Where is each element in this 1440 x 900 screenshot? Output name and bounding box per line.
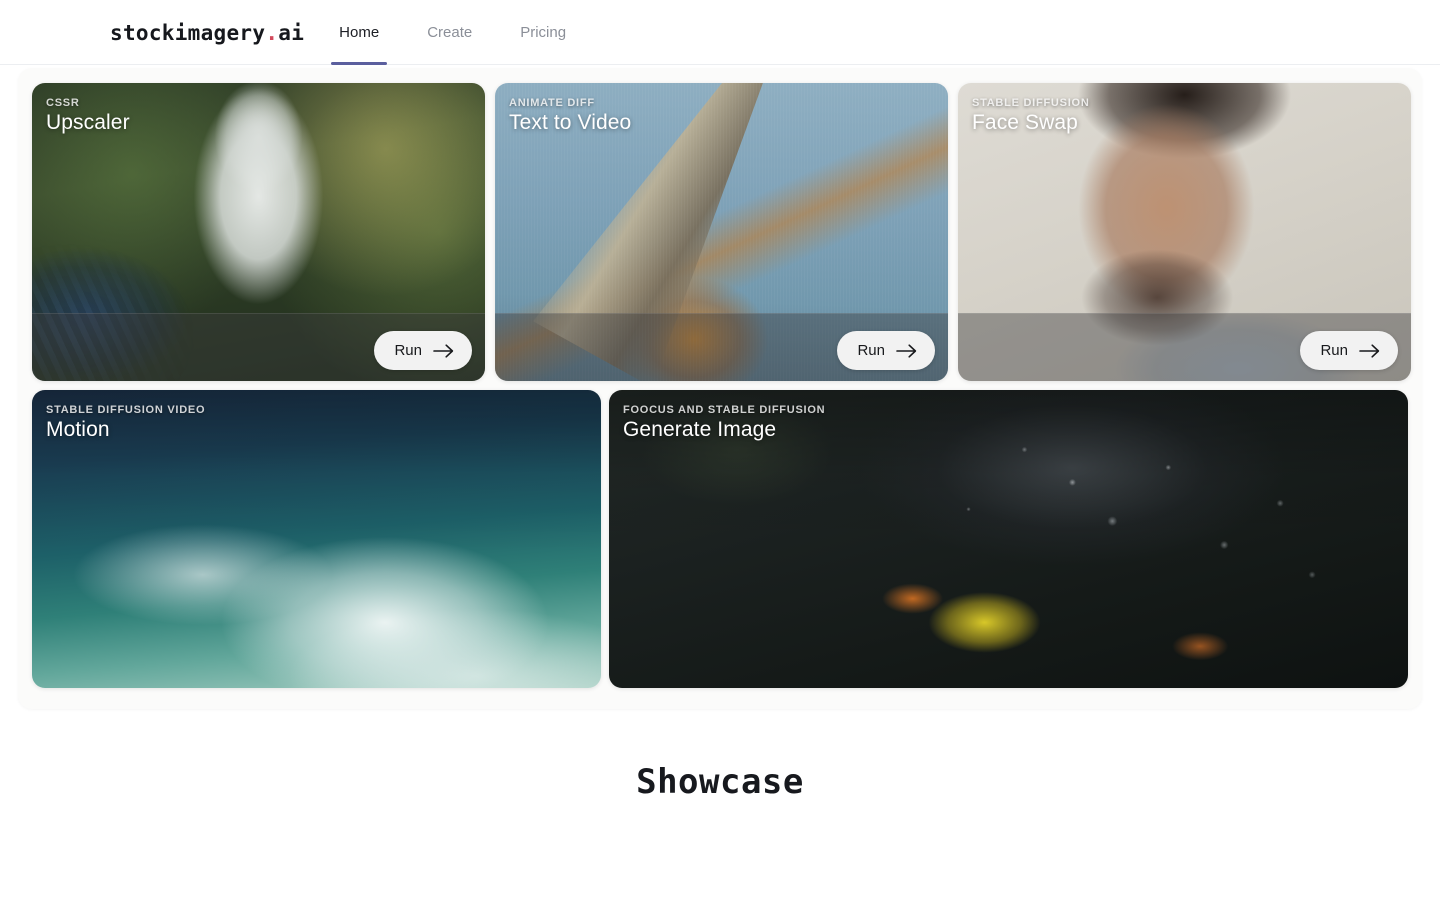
arrow-right-icon: [1359, 343, 1381, 359]
tool-card-eyebrow: CSSR: [46, 97, 80, 109]
tool-card-eyebrow: STABLE DIFFUSION: [972, 97, 1090, 109]
tool-card-motion[interactable]: STABLE DIFFUSION VIDEO Motion: [32, 390, 601, 688]
nav-link-home[interactable]: Home: [331, 0, 388, 65]
run-button-label: Run: [394, 342, 422, 359]
run-button-label: Run: [857, 342, 885, 359]
run-button-label: Run: [1320, 342, 1348, 359]
tools-row-primary: CSSR Upscaler Run ANIMATE DIFF Text to V…: [32, 83, 1411, 381]
showcase-heading: Showcase: [636, 762, 804, 802]
tool-card-title: Generate Image: [623, 418, 777, 441]
tool-card-text-motion: STABLE DIFFUSION VIDEO Motion: [46, 404, 205, 442]
tool-card-text-to-video[interactable]: ANIMATE DIFF Text to Video Run: [495, 83, 948, 381]
tool-card-title: Upscaler: [46, 111, 130, 134]
tool-card-text-generate-image: FOOCUS AND STABLE DIFFUSION Generate Ima…: [623, 404, 825, 442]
tool-card-eyebrow: ANIMATE DIFF: [509, 97, 595, 109]
tool-card-upscaler[interactable]: CSSR Upscaler Run: [32, 83, 485, 381]
tool-card-eyebrow: FOOCUS AND STABLE DIFFUSION: [623, 404, 826, 416]
run-button-upscaler[interactable]: Run: [374, 331, 472, 370]
tool-card-text-text-to-video: ANIMATE DIFF Text to Video: [509, 97, 631, 135]
run-button-text-to-video[interactable]: Run: [837, 331, 935, 370]
tool-card-text-face-swap: STABLE DIFFUSION Face Swap: [972, 97, 1090, 135]
arrow-right-icon: [896, 343, 918, 359]
tool-card-title: Face Swap: [972, 111, 1078, 134]
tools-panel: CSSR Upscaler Run ANIMATE DIFF Text to V…: [18, 68, 1422, 709]
logo-name: stockimagery: [110, 20, 266, 45]
tools-row-secondary: STABLE DIFFUSION VIDEO Motion FOOCUS AND…: [32, 390, 1408, 688]
logo-tld: ai: [278, 20, 305, 45]
top-navigation-bar: stockimagery.ai Home Create Pricing: [0, 0, 1440, 65]
tool-card-eyebrow: STABLE DIFFUSION VIDEO: [46, 404, 206, 416]
nav-link-create[interactable]: Create: [419, 0, 480, 65]
nav-inner: stockimagery.ai Home Create Pricing: [0, 0, 606, 65]
site-logo[interactable]: stockimagery.ai: [110, 21, 304, 45]
nav-link-pricing[interactable]: Pricing: [512, 0, 574, 65]
arrow-right-icon: [433, 343, 455, 359]
run-button-face-swap[interactable]: Run: [1300, 331, 1398, 370]
tool-card-title: Motion: [46, 418, 110, 441]
tool-card-face-swap[interactable]: STABLE DIFFUSION Face Swap Run: [958, 83, 1411, 381]
tool-card-text-upscaler: CSSR Upscaler: [46, 97, 130, 135]
logo-dot: .: [265, 20, 279, 45]
tool-card-title: Text to Video: [509, 111, 632, 134]
nav-links: Home Create Pricing: [331, 0, 606, 65]
tool-card-generate-image[interactable]: FOOCUS AND STABLE DIFFUSION Generate Ima…: [609, 390, 1408, 688]
